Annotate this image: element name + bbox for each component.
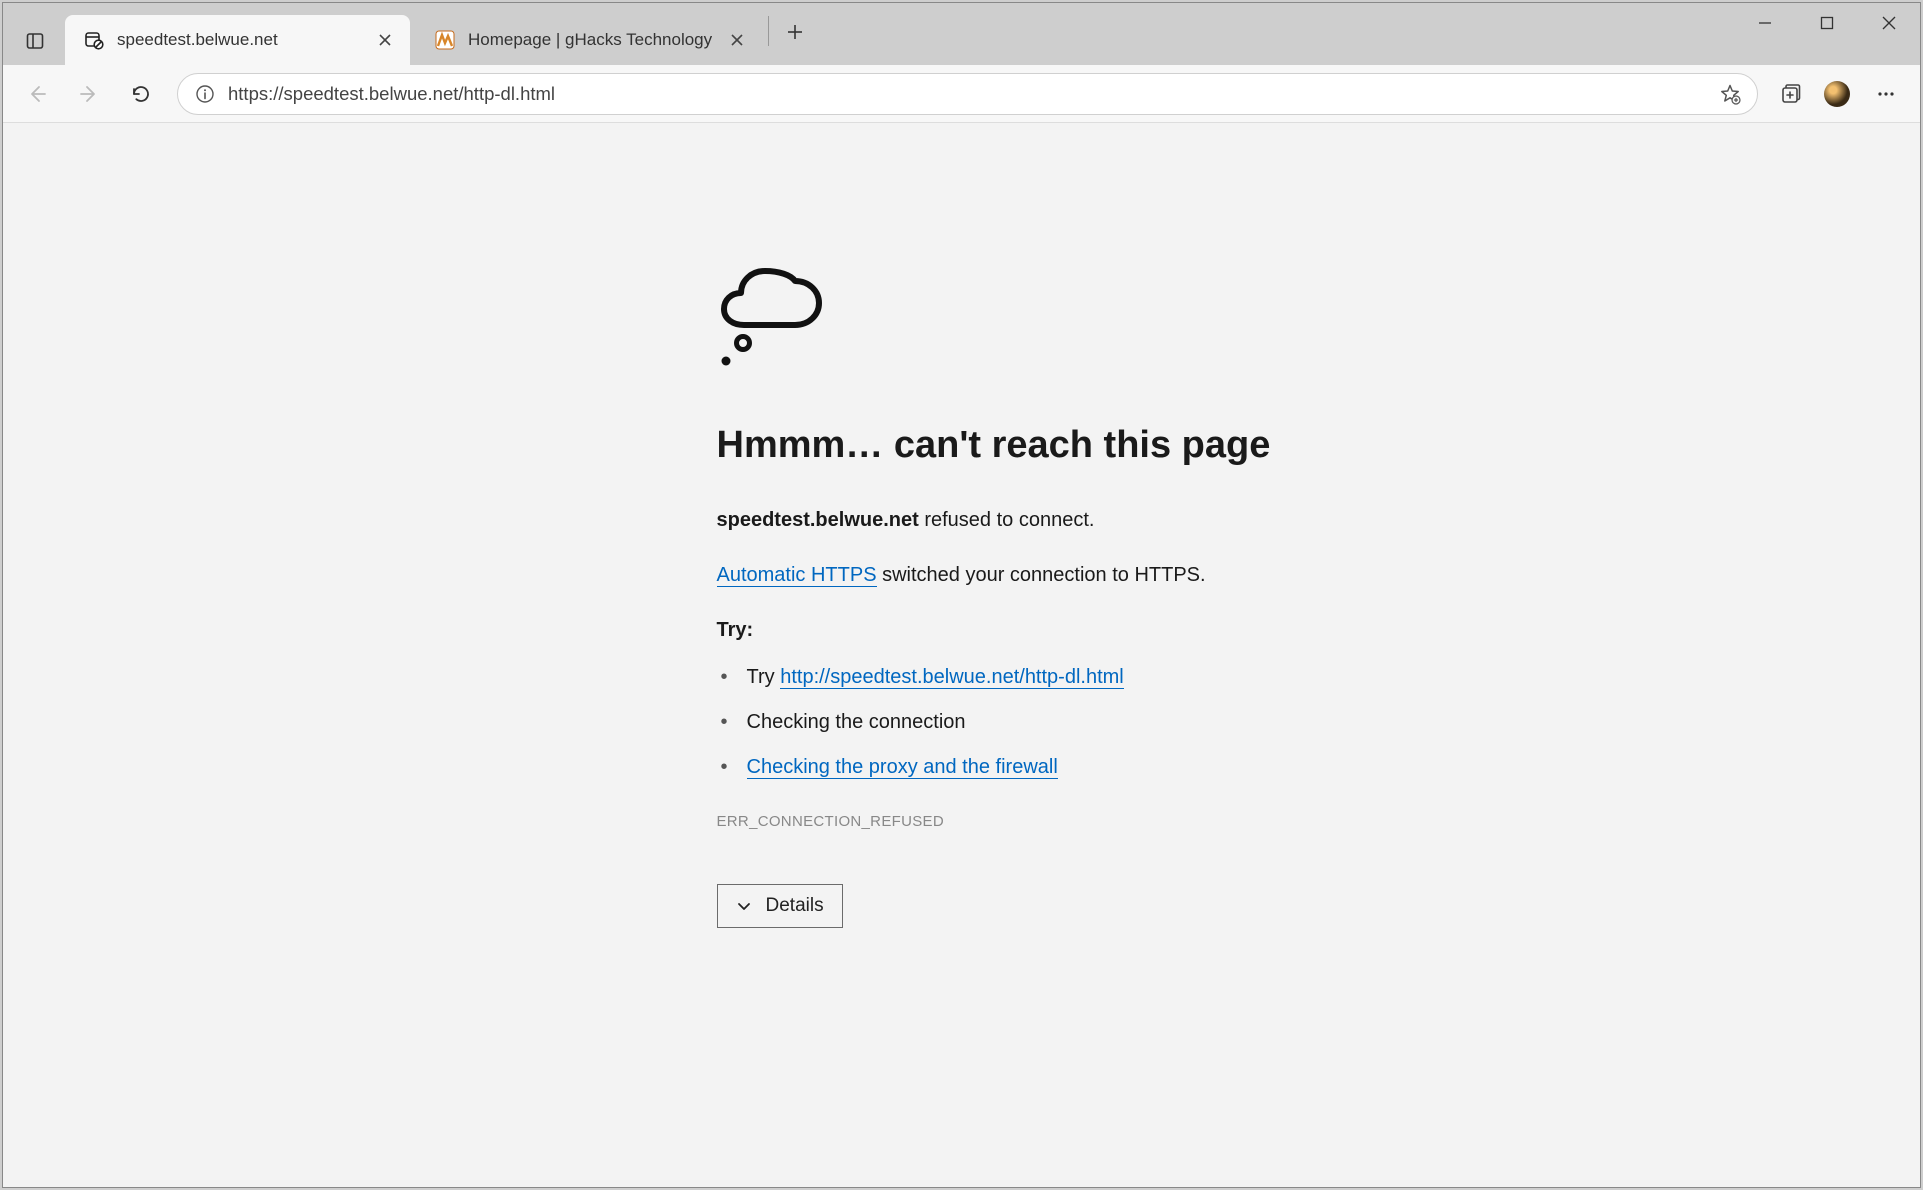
- thought-cloud-icon: [717, 263, 1347, 374]
- try-list: Try http://speedtest.belwue.net/http-dl.…: [717, 666, 1347, 779]
- favorite-button[interactable]: [1709, 75, 1751, 113]
- address-bar[interactable]: [177, 73, 1758, 115]
- collections-button[interactable]: [1770, 75, 1812, 113]
- details-button[interactable]: Details: [717, 884, 843, 928]
- tab-separator: [768, 16, 769, 46]
- error-refused-line: speedtest.belwue.net refused to connect.: [717, 509, 1347, 532]
- tab-active[interactable]: speedtest.belwue.net: [65, 15, 410, 65]
- try-heading: Try:: [717, 619, 1347, 642]
- refresh-icon: [130, 83, 152, 105]
- close-icon: [1881, 15, 1897, 31]
- tab-actions-button[interactable]: [11, 17, 59, 65]
- tab-title: Homepage | gHacks Technology: [468, 30, 712, 50]
- error-autohttps-suffix: switched your connection to HTTPS.: [877, 564, 1206, 586]
- close-icon: [730, 33, 744, 47]
- site-info-button[interactable]: [192, 81, 218, 107]
- avatar: [1824, 81, 1850, 107]
- try-item-proxy: Checking the proxy and the firewall: [717, 756, 1347, 779]
- arrow-left-icon: [26, 83, 48, 105]
- error-page: Hmmm… can't reach this page speedtest.be…: [577, 263, 1347, 928]
- collections-icon: [1780, 83, 1802, 105]
- error-code: ERR_CONNECTION_REFUSED: [717, 813, 1347, 830]
- tab-title: speedtest.belwue.net: [117, 30, 360, 50]
- tab-close-button[interactable]: [372, 27, 398, 53]
- http-fallback-link[interactable]: http://speedtest.belwue.net/http-dl.html: [780, 666, 1124, 689]
- arrow-right-icon: [78, 83, 100, 105]
- automatic-https-link[interactable]: Automatic HTTPS: [717, 564, 877, 587]
- minimize-button[interactable]: [1734, 3, 1796, 43]
- error-autohttps-line: Automatic HTTPS switched your connection…: [717, 564, 1347, 587]
- maximize-button[interactable]: [1796, 3, 1858, 43]
- profile-button[interactable]: [1816, 75, 1858, 113]
- page-content: Hmmm… can't reach this page speedtest.be…: [3, 123, 1920, 1187]
- details-label: Details: [766, 895, 824, 917]
- ghacks-favicon: [434, 29, 456, 51]
- browser-window: speedtest.belwue.net Homepage | gHacks T…: [2, 2, 1921, 1188]
- try-item-http: Try http://speedtest.belwue.net/http-dl.…: [717, 666, 1347, 689]
- try-item-connection: Checking the connection: [717, 711, 1347, 734]
- new-tab-button[interactable]: [775, 12, 815, 52]
- minimize-icon: [1758, 16, 1772, 30]
- tab-actions-icon: [25, 31, 45, 51]
- tab-close-button[interactable]: [724, 27, 750, 53]
- maximize-icon: [1820, 16, 1834, 30]
- url-input[interactable]: [228, 74, 1699, 114]
- error-heading: Hmmm… can't reach this page: [717, 424, 1347, 467]
- chevron-down-icon: [736, 898, 752, 914]
- refresh-button[interactable]: [117, 72, 165, 116]
- window-controls: [1734, 3, 1920, 43]
- app-menu-button[interactable]: [1862, 72, 1910, 116]
- proxy-firewall-link[interactable]: Checking the proxy and the firewall: [747, 756, 1058, 779]
- forward-button[interactable]: [65, 72, 113, 116]
- try-prefix: Try: [747, 666, 781, 688]
- toolbar: [3, 65, 1920, 123]
- error-refused-suffix: refused to connect.: [919, 509, 1095, 531]
- tab-inactive[interactable]: Homepage | gHacks Technology: [416, 15, 762, 65]
- plus-icon: [786, 23, 804, 41]
- blocked-site-icon: [83, 29, 105, 51]
- tab-strip: speedtest.belwue.net Homepage | gHacks T…: [3, 3, 1734, 65]
- more-horizontal-icon: [1876, 84, 1896, 104]
- back-button[interactable]: [13, 72, 61, 116]
- close-window-button[interactable]: [1858, 3, 1920, 43]
- info-icon: [195, 84, 215, 104]
- error-host: speedtest.belwue.net: [717, 509, 919, 531]
- star-add-icon: [1719, 83, 1741, 105]
- titlebar: speedtest.belwue.net Homepage | gHacks T…: [3, 3, 1920, 65]
- close-icon: [378, 33, 392, 47]
